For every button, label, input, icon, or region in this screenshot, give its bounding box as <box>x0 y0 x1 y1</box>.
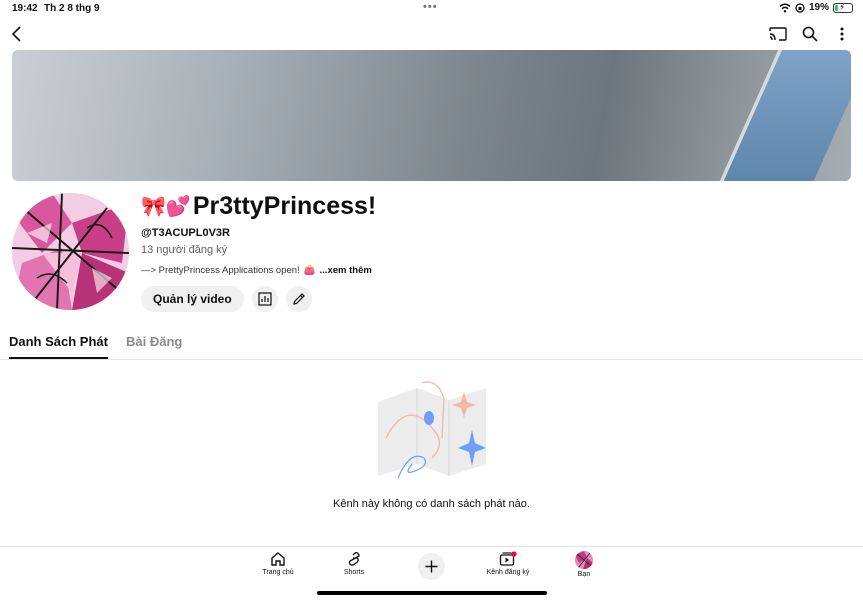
nav-shorts[interactable]: Shorts <box>324 551 384 576</box>
status-time: 19:42 <box>12 3 38 14</box>
empty-state-message: Kênh này không có danh sách phát nào. <box>333 498 530 510</box>
nav-home-label: Trang chủ <box>262 569 294 576</box>
channel-handle: @T3ACUPL0V3R <box>141 227 230 239</box>
active-tab-indicator <box>9 357 108 359</box>
orientation-lock-icon <box>795 2 805 13</box>
shorts-icon <box>348 551 360 566</box>
channel-actions: Quản lý video <box>141 286 312 312</box>
nav-subscriptions-label: Kênh đăng ký <box>486 569 530 576</box>
nav-subscriptions[interactable]: Kênh đăng ký <box>478 551 538 576</box>
search-button[interactable] <box>798 22 822 46</box>
channel-banner <box>12 50 851 181</box>
analytics-button[interactable] <box>251 286 278 312</box>
plus-icon <box>425 560 438 573</box>
cast-button[interactable] <box>766 22 790 46</box>
multitask-dots[interactable]: ••• <box>423 1 438 13</box>
battery-icon: ⚡ <box>833 2 853 13</box>
tab-playlists[interactable]: Danh Sách Phát <box>9 334 108 349</box>
nav-you[interactable]: Bạn <box>554 551 614 578</box>
description-emoji: 👛 <box>303 265 316 276</box>
channel-avatar[interactable] <box>12 193 129 310</box>
chevron-left-icon <box>11 26 21 42</box>
nav-you-label: Bạn <box>577 571 591 578</box>
manage-videos-button[interactable]: Quản lý video <box>141 286 244 312</box>
profile-avatar <box>575 551 593 569</box>
search-icon <box>802 26 818 42</box>
home-icon <box>271 552 285 566</box>
home-indicator[interactable] <box>317 591 547 595</box>
cast-icon <box>769 27 787 41</box>
top-nav <box>0 20 863 48</box>
subscriber-count: 13 người đăng ký <box>141 244 228 256</box>
channel-name-emoji: 🎀💕 <box>141 196 191 218</box>
description-text: —> PrettyPrincess Applications open! <box>141 265 300 276</box>
channel-tabs: Danh Sách Phát Bài Đăng <box>0 330 863 360</box>
back-button[interactable] <box>5 22 29 46</box>
avatar-art <box>12 193 129 310</box>
analytics-icon <box>258 292 272 306</box>
status-bar: 19:42 Th 2 8 thg 9 ••• 19% ⚡ <box>0 0 863 18</box>
status-date: Th 2 8 thg 9 <box>44 3 100 14</box>
subscriptions-icon <box>499 551 517 566</box>
status-indicators: 19% ⚡ <box>779 2 853 13</box>
empty-playlist-illustration <box>378 381 486 479</box>
channel-description[interactable]: —> PrettyPrincess Applications open! 👛 .… <box>141 265 372 276</box>
more-vertical-icon <box>840 27 844 41</box>
more-button[interactable] <box>830 22 854 46</box>
battery-percent: 19% <box>808 2 829 13</box>
channel-name: 🎀💕 Pr3ttyPrincess! <box>141 192 376 221</box>
nav-home[interactable]: Trang chủ <box>248 551 308 576</box>
tab-posts[interactable]: Bài Đăng <box>126 334 182 349</box>
bottom-nav: Trang chủ Shorts Kênh đăng ký Bạn <box>0 546 863 600</box>
edit-channel-button[interactable] <box>285 286 312 312</box>
wifi-icon <box>779 3 791 12</box>
create-button[interactable] <box>418 553 445 580</box>
channel-name-text: Pr3ttyPrincess! <box>192 192 377 220</box>
pencil-icon <box>292 293 305 305</box>
nav-shorts-label: Shorts <box>343 569 365 576</box>
see-more-link[interactable]: ...xem thêm <box>320 265 372 276</box>
